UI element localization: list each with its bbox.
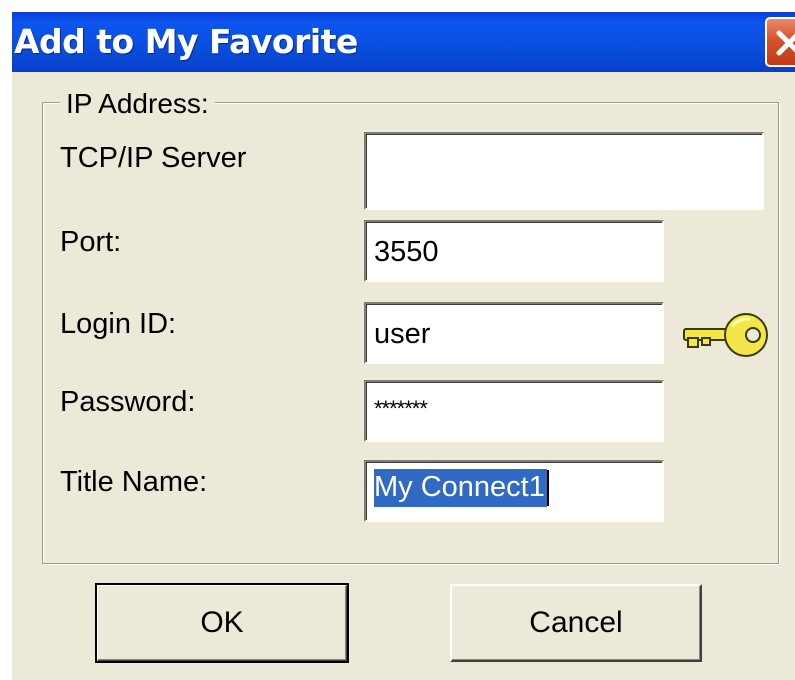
server-input[interactable] — [364, 132, 764, 210]
login-input[interactable]: user — [364, 302, 664, 364]
server-label: TCP/IP Server — [60, 142, 247, 174]
title-name-input[interactable]: My Connect1 — [364, 460, 664, 522]
password-input[interactable]: ******* — [364, 380, 664, 442]
password-label: Password: — [60, 386, 196, 418]
key-icon — [680, 310, 772, 365]
title-bar[interactable]: Add to My Favorite — [12, 12, 795, 72]
group-legend: IP Address: — [60, 88, 215, 120]
text-caret — [546, 470, 549, 506]
port-input[interactable]: 3550 — [364, 220, 664, 282]
port-label: Port: — [60, 226, 122, 258]
close-button[interactable] — [765, 17, 795, 67]
login-label: Login ID: — [60, 308, 177, 340]
selected-text: My Connect1 — [374, 468, 547, 507]
ok-button[interactable]: OK — [95, 583, 349, 663]
cancel-button[interactable]: Cancel — [450, 584, 702, 662]
close-icon — [776, 30, 795, 56]
window-title: Add to My Favorite — [14, 22, 358, 61]
dialog-body: IP Address: TCP/IP Server Port: 3550 Log… — [12, 72, 795, 680]
title-name-label: Title Name: — [60, 466, 208, 498]
